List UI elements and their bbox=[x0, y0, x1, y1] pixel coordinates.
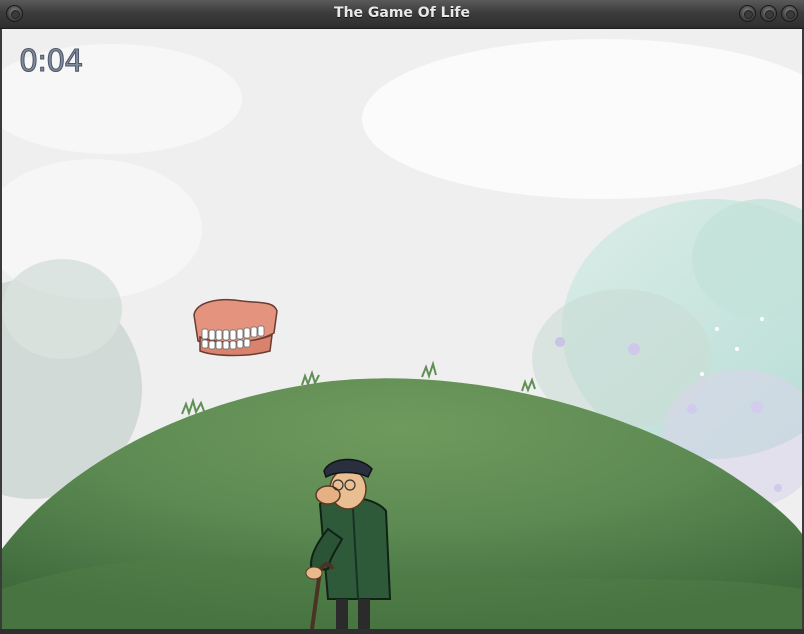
app-window: The Game Of Life 0:04 bbox=[0, 0, 804, 634]
window-bottom-border bbox=[0, 629, 804, 634]
game-canvas[interactable]: 0:04 bbox=[2, 29, 802, 629]
title-bar[interactable]: The Game Of Life bbox=[0, 0, 804, 29]
dentures-sprite bbox=[193, 298, 278, 357]
elapsed-timer: 0:04 bbox=[18, 44, 83, 80]
minimize-button[interactable] bbox=[739, 5, 756, 22]
window-title: The Game Of Life bbox=[334, 5, 470, 21]
game-scene bbox=[2, 29, 802, 629]
maximize-button[interactable] bbox=[760, 5, 777, 22]
close-button[interactable] bbox=[781, 5, 798, 22]
